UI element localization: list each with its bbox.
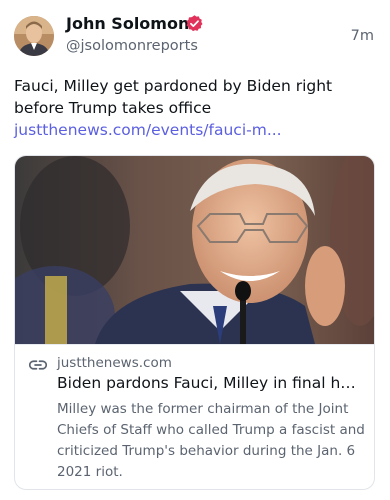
- fauci-photo: [15, 156, 374, 344]
- post-link[interactable]: justthenews.com/events/fauci-m...: [14, 121, 282, 139]
- link-preview-image: [15, 156, 374, 344]
- post-text: Fauci, Milley get pardoned by Biden righ…: [14, 75, 374, 141]
- link-preview-body: justthenews.com Biden pardons Fauci, Mil…: [15, 344, 374, 489]
- verified-badge-icon: [186, 15, 203, 32]
- link-icon: [29, 360, 47, 370]
- author-handle[interactable]: @jsolomonreports: [66, 38, 198, 54]
- post-timestamp[interactable]: 7m: [351, 28, 374, 44]
- author-name[interactable]: John Solomon: [66, 14, 189, 33]
- link-preview-title: Biden pardons Fauci, Milley in final ho.…: [57, 374, 363, 392]
- author-avatar[interactable]: [14, 16, 54, 56]
- link-preview-domain: justthenews.com: [57, 355, 172, 371]
- avatar-image: [14, 16, 54, 56]
- link-preview-description: Milley was the former chairman of the Jo…: [57, 401, 365, 480]
- post-body: Fauci, Milley get pardoned by Biden righ…: [14, 77, 333, 117]
- post: John Solomon @jsolomonreports 7m Fauci, …: [0, 0, 390, 500]
- link-preview-card[interactable]: justthenews.com Biden pardons Fauci, Mil…: [14, 155, 375, 490]
